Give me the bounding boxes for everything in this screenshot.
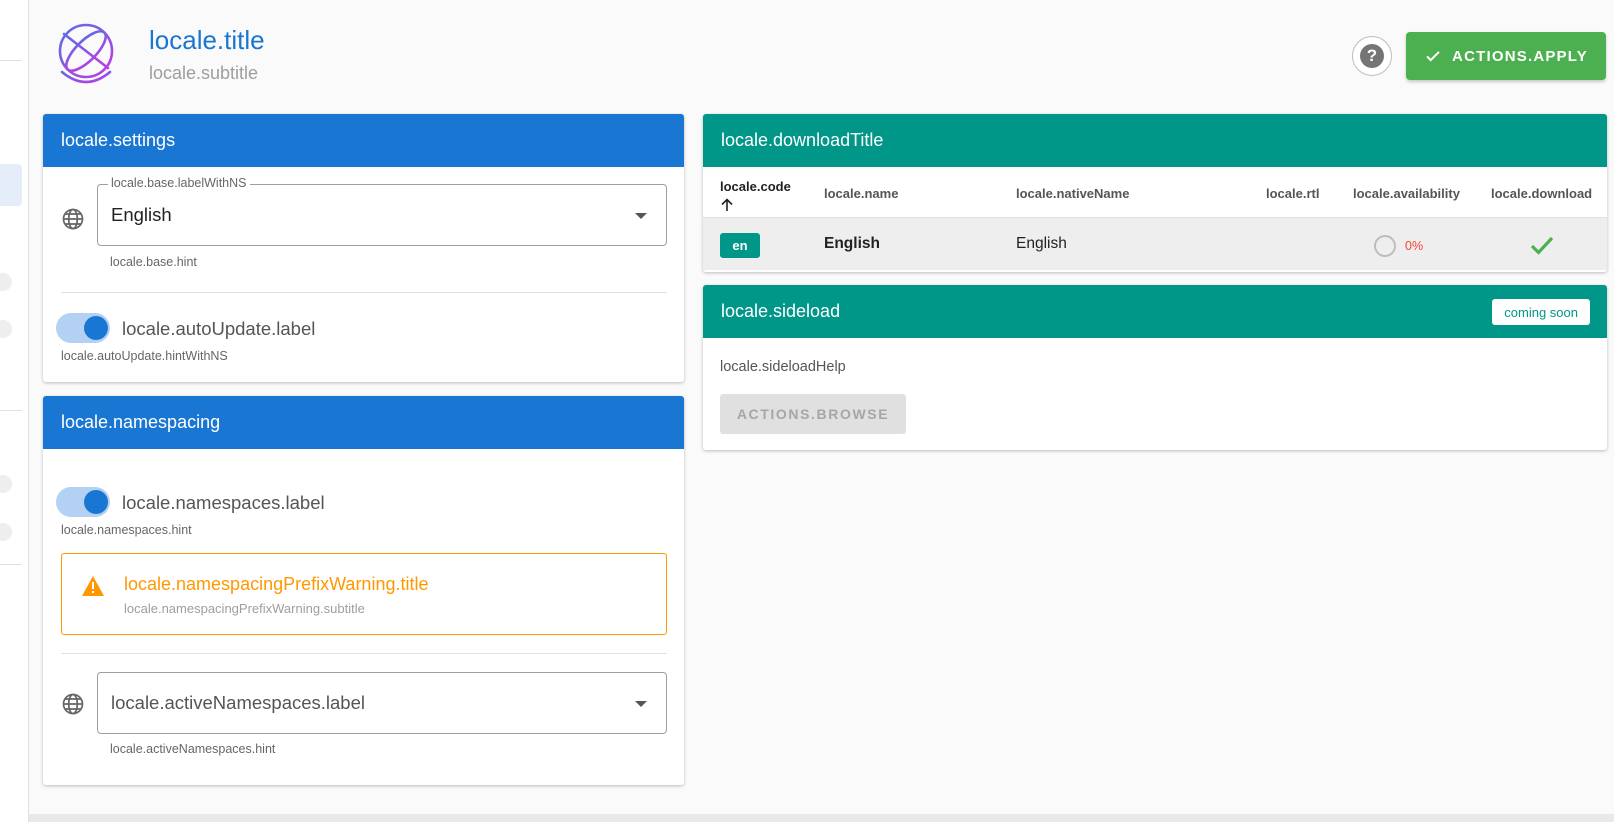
active-namespaces-label: locale.activeNamespaces.label <box>111 692 365 713</box>
toggle-thumb <box>84 490 108 514</box>
arrow-up-icon <box>721 198 733 211</box>
check-icon <box>1426 51 1440 62</box>
namespaces-toggle[interactable] <box>56 486 110 518</box>
locale-native-cell: English <box>1016 235 1067 252</box>
help-button[interactable]: ? <box>1352 36 1392 76</box>
column-download[interactable]: locale.download <box>1491 186 1592 201</box>
coming-soon-badge: coming soon <box>1492 299 1590 325</box>
availability-progress <box>1374 235 1396 257</box>
base-language-value: English <box>111 204 172 225</box>
namespaces-hint: locale.namespaces.hint <box>61 523 192 537</box>
column-native-name[interactable]: locale.nativeName <box>1016 186 1129 201</box>
settings-card: locale.settings locale.base.labelWithNS … <box>43 114 684 382</box>
nav-item[interactable] <box>0 273 12 291</box>
active-namespaces-hint: locale.activeNamespaces.hint <box>110 742 276 756</box>
nav-divider <box>0 564 22 565</box>
chevron-down-icon <box>635 213 647 219</box>
nav-item-active[interactable] <box>0 164 22 206</box>
chevron-down-icon <box>635 701 647 707</box>
column-name[interactable]: locale.name <box>824 186 898 201</box>
apply-button[interactable]: ACTIONS.APPLY <box>1406 32 1606 80</box>
globe-icon <box>62 693 84 715</box>
column-rtl[interactable]: locale.rtl <box>1266 186 1319 201</box>
settings-card-title: locale.settings <box>43 114 684 167</box>
download-card: locale.downloadTitle locale.code locale.… <box>703 114 1607 272</box>
sideload-card-header: locale.sideload coming soon <box>703 285 1607 338</box>
locale-table-header: locale.code locale.name locale.nativeNam… <box>703 167 1607 218</box>
namespaces-label: locale.namespaces.label <box>122 492 325 513</box>
namespacing-card: locale.namespacing locale.namespaces.lab… <box>43 396 684 785</box>
active-namespaces-select[interactable]: locale.activeNamespaces.label <box>97 672 667 734</box>
availability-percent: 0% <box>1405 239 1424 253</box>
divider <box>61 292 667 293</box>
globe-icon <box>62 208 84 230</box>
nav-item[interactable] <box>0 320 12 338</box>
base-language-hint: locale.base.hint <box>110 255 197 269</box>
warning-icon <box>82 576 104 596</box>
auto-update-toggle[interactable] <box>56 312 110 344</box>
sideload-card: locale.sideload coming soon locale.sidel… <box>703 285 1607 450</box>
warning-subtitle: locale.namespacingPrefixWarning.subtitle <box>124 601 365 616</box>
auto-update-label: locale.autoUpdate.label <box>122 318 316 339</box>
check-icon[interactable] <box>1530 234 1554 256</box>
base-language-legend: locale.base.labelWithNS <box>108 176 250 190</box>
namespacing-card-title: locale.namespacing <box>43 396 684 449</box>
toggle-thumb <box>84 316 108 340</box>
page-subtitle: locale.subtitle <box>149 63 259 83</box>
nav-item[interactable] <box>0 523 12 541</box>
nav-item[interactable] <box>0 475 12 493</box>
download-card-title: locale.downloadTitle <box>703 114 1607 167</box>
help-circle-icon: ? <box>1360 44 1384 68</box>
locale-code-chip: en <box>720 233 760 258</box>
nav-divider <box>0 410 22 411</box>
locale-name-cell: English <box>824 235 880 252</box>
browse-button[interactable]: ACTIONS.BROWSE <box>720 394 906 434</box>
column-availability[interactable]: locale.availability <box>1353 186 1460 201</box>
side-nav <box>0 0 29 822</box>
column-code[interactable]: locale.code <box>720 179 791 212</box>
warning-title: locale.namespacingPrefixWarning.title <box>124 574 429 594</box>
divider <box>61 653 667 654</box>
page-title: locale.title <box>149 25 265 55</box>
globe-logo-icon <box>58 23 114 93</box>
nav-divider <box>0 60 22 61</box>
footer-bar <box>29 814 1614 822</box>
sideload-help: locale.sideloadHelp <box>720 359 846 375</box>
sideload-card-title: locale.sideload <box>721 301 841 321</box>
apply-label: ACTIONS.APPLY <box>1452 47 1588 65</box>
table-row[interactable]: en English English 0% <box>703 218 1607 270</box>
auto-update-hint: locale.autoUpdate.hintWithNS <box>61 349 228 363</box>
namespace-prefix-warning: locale.namespacingPrefixWarning.title lo… <box>61 553 667 635</box>
base-language-select[interactable]: locale.base.labelWithNS English <box>97 176 667 246</box>
column-code-label: locale.code <box>720 179 791 194</box>
